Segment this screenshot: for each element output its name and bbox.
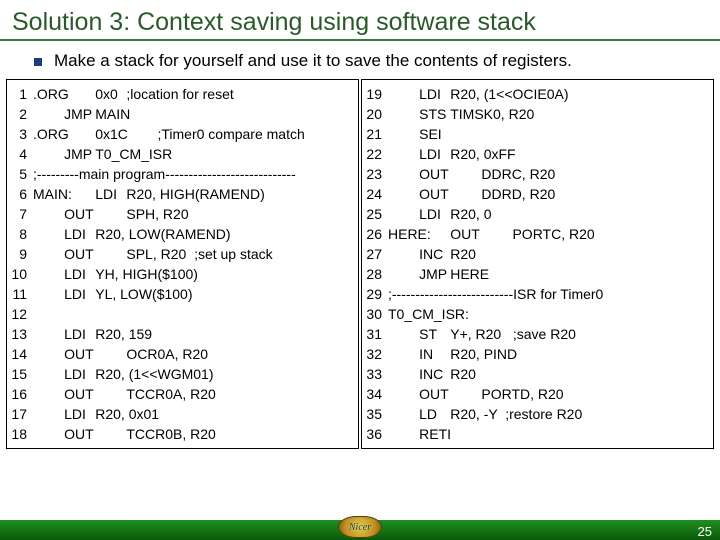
line-numbers-left: 1 2 3 4 5 6 7 8 9 10 11 12 13 14 15 16 1… [7, 80, 29, 448]
code-col-right: 19 20 21 22 23 24 25 26 27 28 29 30 31 3… [361, 79, 714, 449]
code-col-left: 1 2 3 4 5 6 7 8 9 10 11 12 13 14 15 16 1… [6, 79, 359, 449]
bullet-text: Make a stack for yourself and use it to … [54, 51, 572, 71]
logo-text: Nicer [349, 522, 371, 533]
code-right: LDI R20, (1<<OCIE0A) STS TIMSK0, R20 SEI… [384, 80, 713, 448]
bullet-row: Make a stack for yourself and use it to … [0, 49, 720, 79]
code-columns: 1 2 3 4 5 6 7 8 9 10 11 12 13 14 15 16 1… [0, 79, 720, 449]
code-left: .ORG 0x0 ;location for reset JMP MAIN .O… [29, 80, 358, 448]
square-bullet-icon [34, 58, 42, 66]
page-number: 25 [698, 524, 712, 539]
title-underline [0, 39, 720, 41]
line-numbers-right: 19 20 21 22 23 24 25 26 27 28 29 30 31 3… [362, 80, 384, 448]
logo-icon: Nicer [338, 516, 382, 538]
slide-title: Solution 3: Context saving using softwar… [0, 0, 720, 39]
footer-bar: Nicer 25 [0, 520, 720, 540]
